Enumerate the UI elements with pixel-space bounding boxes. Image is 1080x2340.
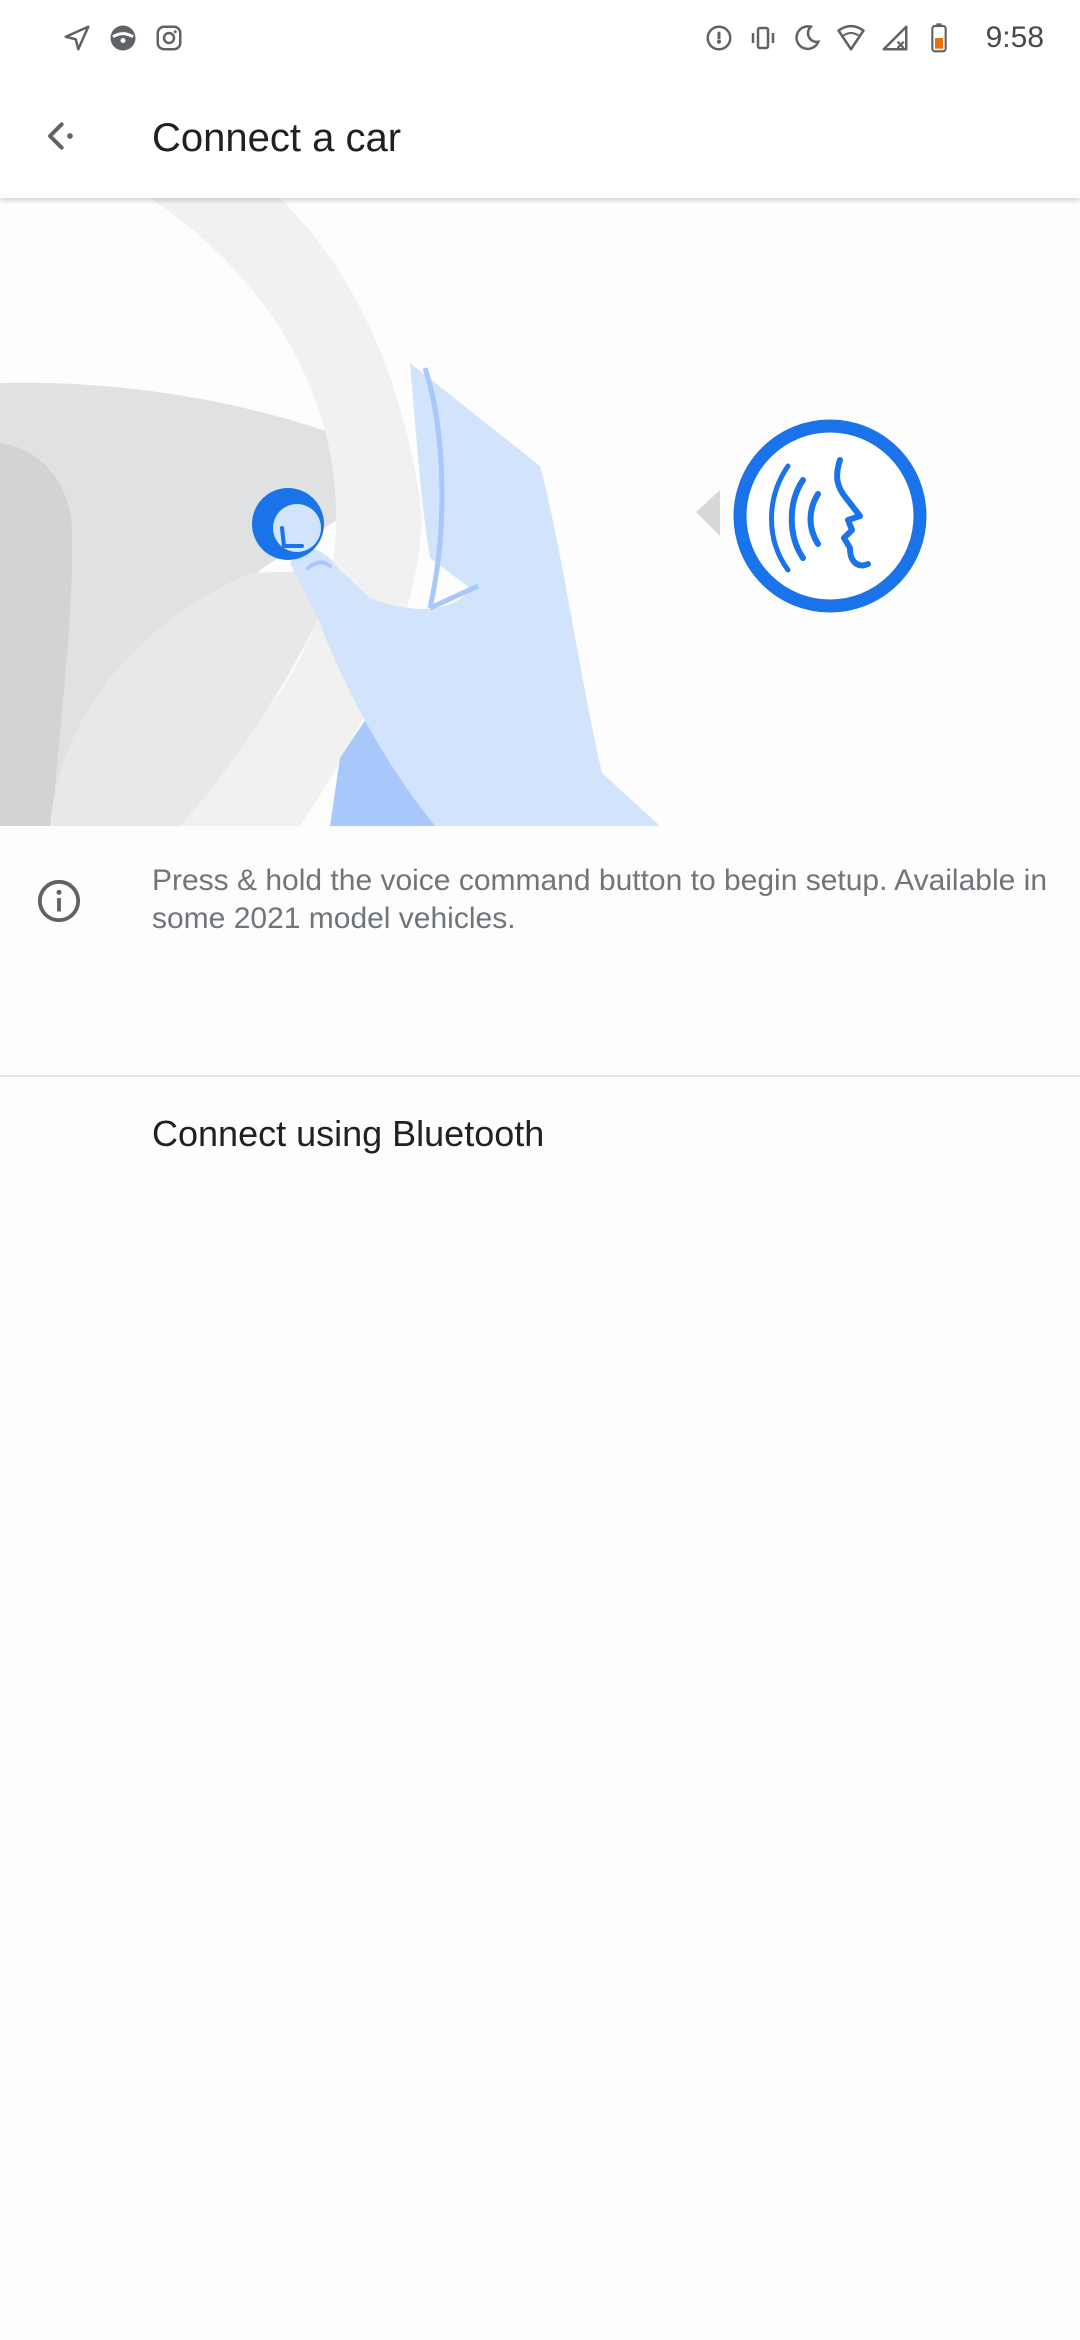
data-saver-icon bbox=[702, 18, 736, 58]
setup-instructions: Press & hold the voice command button to… bbox=[152, 864, 1048, 935]
pointer-triangle bbox=[696, 490, 720, 536]
voice-badge bbox=[733, 419, 927, 613]
back-arrow-icon bbox=[48, 122, 73, 150]
status-time: 9:58 bbox=[985, 21, 1044, 54]
vibrate-icon bbox=[746, 18, 780, 58]
info-icon bbox=[37, 879, 81, 923]
back-button[interactable] bbox=[28, 104, 92, 168]
steering-wheel-illustration bbox=[0, 198, 1080, 826]
do-not-disturb-icon bbox=[790, 18, 824, 58]
app-bar: Connect a car bbox=[0, 80, 1080, 198]
wifi-icon bbox=[834, 18, 868, 58]
status-left-icons bbox=[60, 18, 186, 58]
navigation-icon bbox=[60, 18, 94, 58]
signal-off-icon bbox=[878, 18, 912, 58]
status-bar: 9:58 bbox=[0, 0, 1080, 80]
info-row: Press & hold the voice command button to… bbox=[0, 860, 1080, 960]
page-title: Connect a car bbox=[152, 116, 402, 160]
connect-bluetooth-label: Connect using Bluetooth bbox=[152, 1113, 545, 1154]
battery-low-icon bbox=[922, 18, 956, 58]
connect-bluetooth-button[interactable]: Connect using Bluetooth bbox=[0, 1077, 1080, 1193]
steering-wheel-icon bbox=[106, 18, 140, 58]
instagram-icon bbox=[152, 18, 186, 58]
status-right-icons: 9:58 bbox=[702, 18, 1044, 58]
connect-car-screen: 9:58 Connect a car Press & hold the voic… bbox=[0, 0, 1080, 2340]
